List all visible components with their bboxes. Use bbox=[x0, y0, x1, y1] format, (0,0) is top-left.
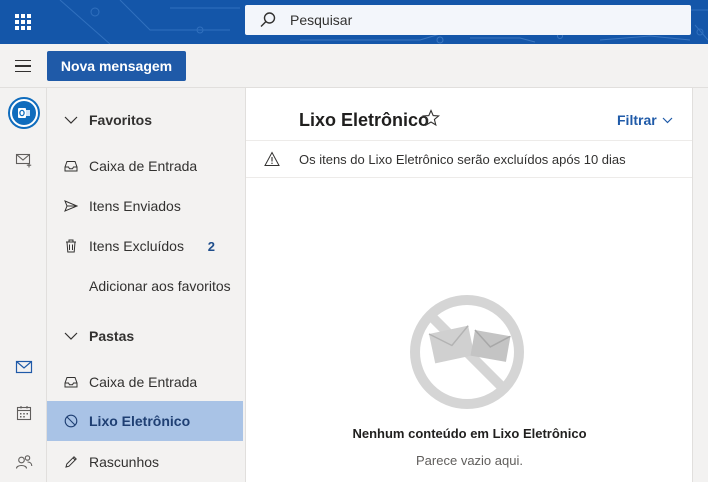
send-icon bbox=[63, 198, 79, 214]
warning-icon bbox=[264, 151, 280, 166]
folder-title: Lixo Eletrônico bbox=[299, 110, 430, 130]
waffle-icon bbox=[15, 14, 31, 30]
favorites-label: Favoritos bbox=[89, 112, 153, 128]
blocked-icon bbox=[63, 413, 79, 429]
favorite-item-label: Itens Excluídos bbox=[89, 238, 184, 254]
folders-header[interactable]: Pastas bbox=[47, 316, 243, 356]
favorite-item-label: Itens Enviados bbox=[89, 198, 181, 214]
command-bar: Nova mensagem bbox=[0, 44, 708, 88]
left-rail bbox=[0, 88, 47, 482]
rail-people[interactable] bbox=[0, 442, 47, 482]
star-icon[interactable] bbox=[422, 109, 440, 127]
new-message-button[interactable]: Nova mensagem bbox=[47, 51, 186, 81]
add-to-favorites-link[interactable]: Adicionar aos favoritos bbox=[47, 266, 243, 306]
message-list: Lixo Eletrônico Filtrar Os itens do Lixo… bbox=[245, 88, 693, 482]
folder-item-junk[interactable]: Lixo Eletrônico bbox=[47, 401, 243, 441]
search-icon bbox=[260, 12, 276, 27]
app-launcher-button[interactable] bbox=[0, 0, 46, 44]
empty-state-subtitle: Parece vazio aqui. bbox=[416, 453, 523, 468]
outlook-icon bbox=[7, 97, 40, 129]
folder-item-label: Lixo Eletrônico bbox=[89, 413, 191, 429]
rail-calendar[interactable] bbox=[0, 393, 47, 433]
people-icon bbox=[15, 455, 32, 469]
folder-item-label: Rascunhos bbox=[89, 454, 160, 470]
chevron-down-icon bbox=[63, 328, 79, 344]
favorite-item-deleted[interactable]: Itens Excluídos 2 bbox=[47, 226, 243, 266]
unread-count-badge: 2 bbox=[207, 238, 215, 254]
inbox-icon bbox=[63, 374, 79, 390]
chevron-down-icon bbox=[662, 117, 673, 123]
junk-notice-bar: Os itens do Lixo Eletrônico serão excluí… bbox=[246, 140, 693, 178]
search-input[interactable]: Pesquisar bbox=[290, 12, 352, 28]
calendar-icon bbox=[16, 406, 31, 421]
folder-item-label: Caixa de Entrada bbox=[89, 374, 198, 390]
junk-notice-text: Os itens do Lixo Eletrônico serão excluí… bbox=[299, 151, 626, 167]
folder-item-drafts[interactable]: Rascunhos bbox=[47, 442, 243, 482]
rail-outlook-app[interactable] bbox=[0, 93, 47, 133]
filter-label: Filtrar bbox=[617, 112, 657, 128]
mail-add-icon bbox=[15, 153, 31, 168]
mail-icon bbox=[15, 360, 32, 374]
empty-envelopes-illustration bbox=[410, 295, 524, 409]
add-to-favorites-label: Adicionar aos favoritos bbox=[89, 278, 231, 294]
pencil-icon bbox=[63, 454, 79, 470]
trash-icon bbox=[63, 238, 79, 254]
folder-item-inbox[interactable]: Caixa de Entrada bbox=[47, 362, 243, 402]
search-box[interactable]: Pesquisar bbox=[245, 5, 691, 35]
inbox-icon bbox=[63, 158, 79, 174]
folder-pane: Favoritos Caixa de Entrada Itens Enviado… bbox=[47, 88, 245, 482]
favorite-item-sent[interactable]: Itens Enviados bbox=[47, 186, 243, 226]
empty-state-title: Nenhum conteúdo em Lixo Eletrônico bbox=[352, 426, 587, 441]
rail-mail[interactable] bbox=[0, 347, 47, 387]
top-bar: Pesquisar bbox=[0, 0, 708, 44]
favorites-header[interactable]: Favoritos bbox=[47, 100, 243, 140]
folders-label: Pastas bbox=[89, 328, 135, 344]
chevron-down-icon bbox=[63, 112, 79, 128]
favorite-item-label: Caixa de Entrada bbox=[89, 158, 198, 174]
filter-button[interactable]: Filtrar bbox=[617, 112, 673, 128]
right-scroll-strip bbox=[692, 88, 708, 482]
hamburger-menu-icon[interactable] bbox=[10, 54, 36, 78]
favorite-item-inbox[interactable]: Caixa de Entrada bbox=[47, 146, 243, 186]
rail-mail-add[interactable] bbox=[0, 140, 47, 180]
